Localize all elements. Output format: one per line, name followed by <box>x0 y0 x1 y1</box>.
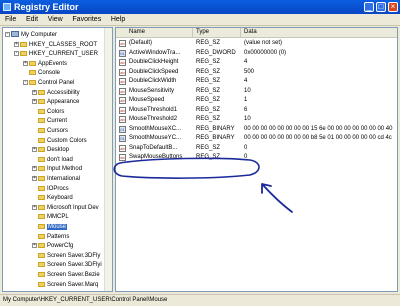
annotation-arrow <box>261 183 293 213</box>
hand-drawn-annotation <box>113 157 293 213</box>
registry-editor-window: Registry Editor _ □ × File Edit View Fav… <box>0 0 400 306</box>
annotation-ellipse <box>113 157 260 179</box>
